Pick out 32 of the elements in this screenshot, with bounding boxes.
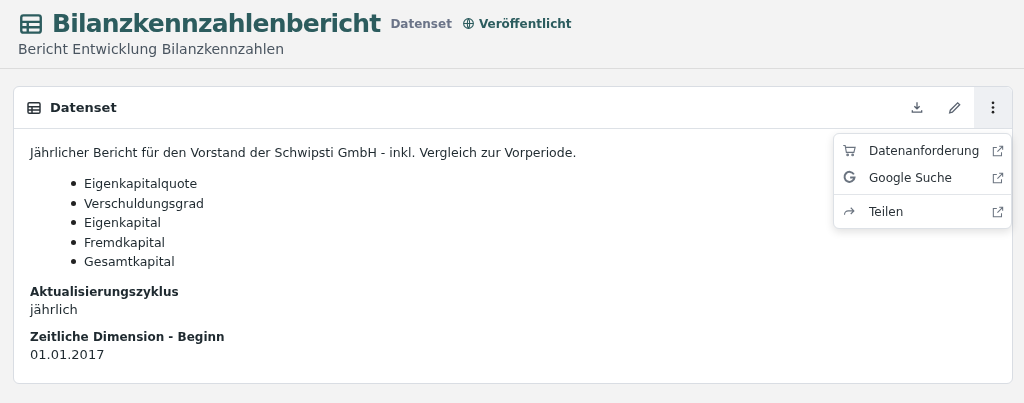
field-value: 01.01.2017 — [30, 346, 106, 362]
list-item: Verschuldungsgrad — [84, 195, 204, 211]
cart-icon — [842, 143, 857, 158]
bullet-icon — [71, 181, 76, 187]
external-link-icon — [991, 143, 1005, 158]
page-subtitle: Bericht Entwicklung Bilanzkennzahlen — [18, 41, 286, 57]
page-title: Bilanzkennzahlenbericht — [52, 9, 381, 38]
bullet-icon — [71, 220, 76, 226]
bullet-icon — [71, 239, 76, 245]
table-icon — [26, 99, 42, 116]
bullet-icon — [71, 259, 76, 265]
type-label: Datenset — [390, 16, 452, 31]
list-item: Eigenkapital — [84, 215, 162, 231]
globe-icon — [461, 17, 475, 30]
bullet-icon — [71, 200, 76, 206]
menu-item[interactable]: Teilen — [869, 204, 904, 219]
pencil-icon — [947, 99, 963, 116]
card-title: Datenset — [50, 100, 117, 115]
description-text: Jährlicher Bericht für den Vorstand der Schwipsti GmbH - inkl. Vergleich zur Vorperiode. — [30, 145, 577, 160]
menu-item[interactable]: Datenanforderung — [869, 143, 980, 158]
external-link-icon — [991, 204, 1005, 219]
field-label: Aktualisierungszyklus — [30, 284, 180, 299]
menu-item[interactable]: Google Suche — [869, 170, 952, 185]
list-item: Fremdkapital — [84, 234, 166, 250]
field-label: Zeitliche Dimension - Beginn — [30, 329, 226, 344]
external-link-icon — [991, 170, 1005, 185]
list-item: Gesamtkapital — [84, 254, 175, 270]
g-logo-icon — [842, 170, 857, 185]
download-icon — [909, 99, 925, 116]
list-item: Eigenkapitalquote — [84, 176, 198, 192]
field-value: jährlich — [30, 301, 79, 317]
status-label: Veröffentlicht — [478, 16, 572, 31]
